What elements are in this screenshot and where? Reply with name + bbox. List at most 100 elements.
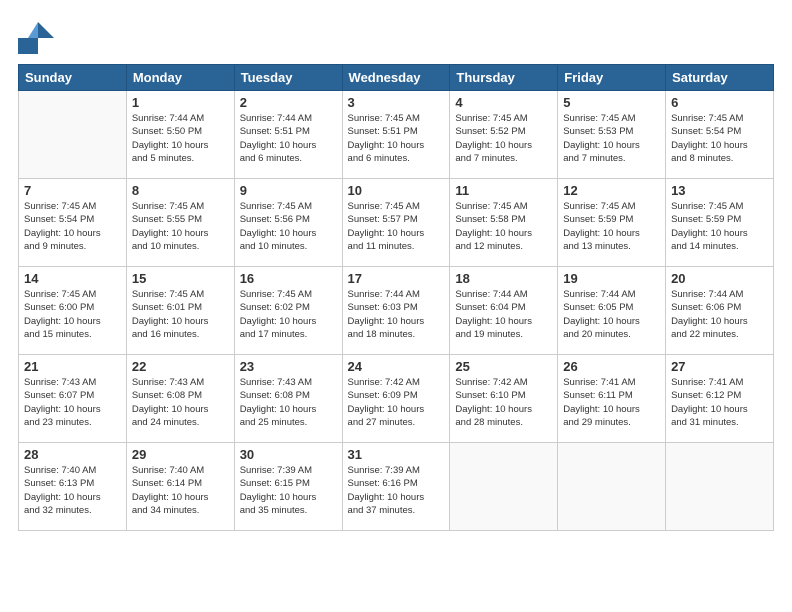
day-number: 22	[132, 359, 229, 374]
day-info: Sunrise: 7:39 AM Sunset: 6:16 PM Dayligh…	[348, 464, 445, 517]
day-info: Sunrise: 7:40 AM Sunset: 6:13 PM Dayligh…	[24, 464, 121, 517]
header-wednesday: Wednesday	[342, 65, 450, 91]
page-header	[18, 18, 774, 54]
day-info: Sunrise: 7:41 AM Sunset: 6:12 PM Dayligh…	[671, 376, 768, 429]
day-number: 5	[563, 95, 660, 110]
day-number: 26	[563, 359, 660, 374]
day-info: Sunrise: 7:42 AM Sunset: 6:09 PM Dayligh…	[348, 376, 445, 429]
header-tuesday: Tuesday	[234, 65, 342, 91]
day-number: 1	[132, 95, 229, 110]
day-cell: 15 Sunrise: 7:45 AM Sunset: 6:01 PM Dayli…	[126, 267, 234, 355]
day-info: Sunrise: 7:41 AM Sunset: 6:11 PM Dayligh…	[563, 376, 660, 429]
day-cell: 24 Sunrise: 7:42 AM Sunset: 6:09 PM Dayli…	[342, 355, 450, 443]
week-row-4: 28 Sunrise: 7:40 AM Sunset: 6:13 PM Dayli…	[19, 443, 774, 531]
day-cell: 7Sunrise: 7:45 AM Sunset: 5:54 PM Daylig…	[19, 179, 127, 267]
day-info: Sunrise: 7:45 AM Sunset: 5:57 PM Dayligh…	[348, 200, 445, 253]
day-cell: 29Sunrise: 7:40 AM Sunset: 6:14 PM Dayli…	[126, 443, 234, 531]
day-cell: 27 Sunrise: 7:41 AM Sunset: 6:12 PM Dayli…	[666, 355, 774, 443]
day-number: 30	[240, 447, 337, 462]
day-info: Sunrise: 7:45 AM Sunset: 5:56 PM Dayligh…	[240, 200, 337, 253]
day-cell: 19Sunrise: 7:44 AM Sunset: 6:05 PM Dayli…	[558, 267, 666, 355]
day-info: Sunrise: 7:44 AM Sunset: 6:06 PM Dayligh…	[671, 288, 768, 341]
header-saturday: Saturday	[666, 65, 774, 91]
day-cell: 10 Sunrise: 7:45 AM Sunset: 5:57 PM Dayli…	[342, 179, 450, 267]
day-cell: 30Sunrise: 7:39 AM Sunset: 6:15 PM Dayli…	[234, 443, 342, 531]
day-number: 20	[671, 271, 768, 286]
header-sunday: Sunday	[19, 65, 127, 91]
day-cell: 5 Sunrise: 7:45 AM Sunset: 5:53 PM Daylig…	[558, 91, 666, 179]
day-info: Sunrise: 7:45 AM Sunset: 5:59 PM Dayligh…	[671, 200, 768, 253]
logo-icon	[18, 18, 54, 54]
day-info: Sunrise: 7:45 AM Sunset: 5:59 PM Dayligh…	[563, 200, 660, 253]
header-monday: Monday	[126, 65, 234, 91]
day-number: 4	[455, 95, 552, 110]
header-friday: Friday	[558, 65, 666, 91]
day-info: Sunrise: 7:43 AM Sunset: 6:08 PM Dayligh…	[132, 376, 229, 429]
day-cell: 20 Sunrise: 7:44 AM Sunset: 6:06 PM Dayli…	[666, 267, 774, 355]
day-number: 14	[24, 271, 121, 286]
day-cell: 9 Sunrise: 7:45 AM Sunset: 5:56 PM Daylig…	[234, 179, 342, 267]
day-number: 13	[671, 183, 768, 198]
day-number: 24	[348, 359, 445, 374]
day-number: 8	[132, 183, 229, 198]
calendar-table: SundayMondayTuesdayWednesdayThursdayFrid…	[18, 64, 774, 531]
day-cell: 1 Sunrise: 7:44 AM Sunset: 5:50 PM Daylig…	[126, 91, 234, 179]
day-number: 9	[240, 183, 337, 198]
day-cell: 31 Sunrise: 7:39 AM Sunset: 6:16 PM Dayli…	[342, 443, 450, 531]
week-row-3: 21Sunrise: 7:43 AM Sunset: 6:07 PM Dayli…	[19, 355, 774, 443]
day-number: 15	[132, 271, 229, 286]
week-row-1: 7Sunrise: 7:45 AM Sunset: 5:54 PM Daylig…	[19, 179, 774, 267]
day-number: 7	[24, 183, 121, 198]
day-info: Sunrise: 7:45 AM Sunset: 5:58 PM Dayligh…	[455, 200, 552, 253]
day-cell: 25 Sunrise: 7:42 AM Sunset: 6:10 PM Dayli…	[450, 355, 558, 443]
day-info: Sunrise: 7:44 AM Sunset: 6:04 PM Dayligh…	[455, 288, 552, 341]
day-number: 10	[348, 183, 445, 198]
day-info: Sunrise: 7:44 AM Sunset: 5:50 PM Dayligh…	[132, 112, 229, 165]
day-cell: 17Sunrise: 7:44 AM Sunset: 6:03 PM Dayli…	[342, 267, 450, 355]
day-number: 3	[348, 95, 445, 110]
day-number: 17	[348, 271, 445, 286]
day-info: Sunrise: 7:42 AM Sunset: 6:10 PM Dayligh…	[455, 376, 552, 429]
day-cell: 14 Sunrise: 7:45 AM Sunset: 6:00 PM Dayli…	[19, 267, 127, 355]
day-number: 25	[455, 359, 552, 374]
day-number: 27	[671, 359, 768, 374]
day-info: Sunrise: 7:45 AM Sunset: 5:55 PM Dayligh…	[132, 200, 229, 253]
day-cell: 8 Sunrise: 7:45 AM Sunset: 5:55 PM Daylig…	[126, 179, 234, 267]
day-cell: 13 Sunrise: 7:45 AM Sunset: 5:59 PM Dayli…	[666, 179, 774, 267]
day-cell: 16 Sunrise: 7:45 AM Sunset: 6:02 PM Dayli…	[234, 267, 342, 355]
day-cell	[19, 91, 127, 179]
day-cell: 18Sunrise: 7:44 AM Sunset: 6:04 PM Dayli…	[450, 267, 558, 355]
day-cell: 4 Sunrise: 7:45 AM Sunset: 5:52 PM Daylig…	[450, 91, 558, 179]
day-info: Sunrise: 7:45 AM Sunset: 5:53 PM Dayligh…	[563, 112, 660, 165]
day-info: Sunrise: 7:45 AM Sunset: 6:01 PM Dayligh…	[132, 288, 229, 341]
day-cell	[558, 443, 666, 531]
day-info: Sunrise: 7:45 AM Sunset: 6:02 PM Dayligh…	[240, 288, 337, 341]
day-cell: 12Sunrise: 7:45 AM Sunset: 5:59 PM Dayli…	[558, 179, 666, 267]
day-info: Sunrise: 7:45 AM Sunset: 5:51 PM Dayligh…	[348, 112, 445, 165]
day-number: 16	[240, 271, 337, 286]
day-cell: 2Sunrise: 7:44 AM Sunset: 5:51 PM Daylig…	[234, 91, 342, 179]
day-number: 11	[455, 183, 552, 198]
calendar-container: SundayMondayTuesdayWednesdayThursdayFrid…	[18, 64, 774, 531]
day-info: Sunrise: 7:40 AM Sunset: 6:14 PM Dayligh…	[132, 464, 229, 517]
logo	[18, 18, 58, 54]
day-info: Sunrise: 7:43 AM Sunset: 6:08 PM Dayligh…	[240, 376, 337, 429]
header-thursday: Thursday	[450, 65, 558, 91]
day-info: Sunrise: 7:45 AM Sunset: 5:52 PM Dayligh…	[455, 112, 552, 165]
day-number: 2	[240, 95, 337, 110]
day-info: Sunrise: 7:45 AM Sunset: 5:54 PM Dayligh…	[671, 112, 768, 165]
day-number: 21	[24, 359, 121, 374]
day-number: 31	[348, 447, 445, 462]
day-number: 28	[24, 447, 121, 462]
day-cell: 11 Sunrise: 7:45 AM Sunset: 5:58 PM Dayli…	[450, 179, 558, 267]
day-cell: 22 Sunrise: 7:43 AM Sunset: 6:08 PM Dayli…	[126, 355, 234, 443]
week-row-0: 1 Sunrise: 7:44 AM Sunset: 5:50 PM Daylig…	[19, 91, 774, 179]
day-cell	[450, 443, 558, 531]
day-cell: 21Sunrise: 7:43 AM Sunset: 6:07 PM Dayli…	[19, 355, 127, 443]
day-cell	[666, 443, 774, 531]
day-number: 23	[240, 359, 337, 374]
day-cell: 28 Sunrise: 7:40 AM Sunset: 6:13 PM Dayli…	[19, 443, 127, 531]
day-info: Sunrise: 7:45 AM Sunset: 6:00 PM Dayligh…	[24, 288, 121, 341]
calendar-header-row: SundayMondayTuesdayWednesdayThursdayFrid…	[19, 65, 774, 91]
day-cell: 6Sunrise: 7:45 AM Sunset: 5:54 PM Daylig…	[666, 91, 774, 179]
